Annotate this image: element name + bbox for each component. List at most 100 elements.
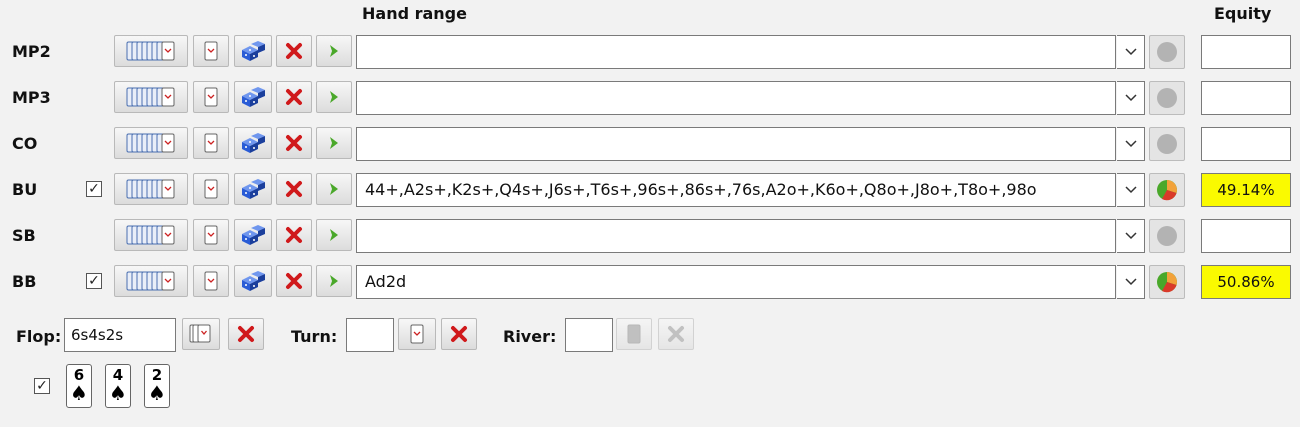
equity-status-button[interactable]	[1149, 127, 1185, 161]
clear-row-button[interactable]	[276, 35, 312, 67]
board-card[interactable]: 6 ♠	[66, 364, 92, 408]
card-icon	[202, 39, 220, 63]
random-hand-button[interactable]	[234, 173, 272, 205]
hand-range-input[interactable]	[356, 127, 1116, 161]
remove-icon	[451, 326, 467, 342]
river-input[interactable]	[565, 318, 613, 352]
status-icon	[1155, 86, 1179, 110]
hand-range-header: Hand range	[362, 4, 467, 23]
apply-range-button[interactable]	[316, 81, 352, 113]
board-card[interactable]: 4 ♠	[105, 364, 131, 408]
remove-icon	[668, 326, 684, 342]
hand-range-input[interactable]: Ad2d	[356, 265, 1116, 299]
random-hand-button[interactable]	[234, 219, 272, 251]
hand-range-input[interactable]	[356, 219, 1116, 253]
hand-picker-button[interactable]	[193, 219, 229, 251]
pie-chart-icon	[1154, 177, 1180, 203]
chevron-down-icon	[1124, 139, 1138, 149]
position-label: CO	[12, 134, 38, 153]
equity-status-button[interactable]	[1149, 81, 1185, 115]
range-dropdown-button[interactable]	[1117, 127, 1145, 161]
clear-row-button[interactable]	[276, 173, 312, 205]
range-dropdown-button[interactable]	[1117, 265, 1145, 299]
clear-row-button[interactable]	[276, 81, 312, 113]
range-matrix-button[interactable]	[114, 81, 188, 113]
card-deck-icon	[125, 223, 177, 247]
apply-range-button[interactable]	[316, 127, 352, 159]
flop-card-picker-button[interactable]	[182, 318, 220, 350]
position-label: BB	[12, 272, 37, 291]
dice-icon	[239, 269, 267, 293]
status-icon	[1155, 40, 1179, 64]
card-deck-icon	[125, 85, 177, 109]
spade-icon: ♠	[109, 381, 127, 405]
clear-row-button[interactable]	[276, 219, 312, 251]
equity-status-button[interactable]	[1149, 219, 1185, 253]
range-matrix-button[interactable]	[114, 173, 188, 205]
hand-picker-button[interactable]	[193, 173, 229, 205]
clear-row-button[interactable]	[276, 265, 312, 297]
equity-header: Equity	[1214, 4, 1272, 23]
player-checkbox[interactable]: ✓	[86, 273, 102, 289]
card-deck-icon	[125, 269, 177, 293]
random-hand-button[interactable]	[234, 81, 272, 113]
chevron-down-icon	[1124, 185, 1138, 195]
river-clear-button[interactable]	[658, 318, 694, 350]
card-icon	[202, 85, 220, 109]
hand-range-input[interactable]	[356, 81, 1116, 115]
hand-range-input[interactable]: 44+,A2s+,K2s+,Q4s+,J6s+,T6s+,96s+,86s+,7…	[356, 173, 1116, 207]
equity-chart-button[interactable]	[1149, 265, 1185, 299]
hand-range-input[interactable]	[356, 35, 1116, 69]
range-dropdown-button[interactable]	[1117, 81, 1145, 115]
apply-range-button[interactable]	[316, 219, 352, 251]
river-card-picker-button[interactable]	[616, 318, 652, 350]
chevron-down-icon	[1124, 47, 1138, 57]
spade-icon: ♠	[70, 381, 88, 405]
card-icon	[202, 269, 220, 293]
dice-icon	[239, 223, 267, 247]
position-label: MP2	[12, 42, 51, 61]
range-dropdown-button[interactable]	[1117, 219, 1145, 253]
remove-icon	[285, 134, 303, 152]
apply-range-button[interactable]	[316, 265, 352, 297]
random-hand-button[interactable]	[234, 265, 272, 297]
equity-field	[1201, 219, 1291, 253]
equity-status-button[interactable]	[1149, 35, 1185, 69]
dice-icon	[239, 85, 267, 109]
pie-chart-icon	[1154, 269, 1180, 295]
range-dropdown-button[interactable]	[1117, 35, 1145, 69]
dice-icon	[239, 177, 267, 201]
arrow-right-icon	[327, 227, 341, 243]
flop-clear-button[interactable]	[228, 318, 264, 350]
player-row-bu: BU ✓ 44+,A2s+,K2s+,Q4s+,J6s+,T6s+,96s+,86s…	[0, 172, 1300, 208]
apply-range-button[interactable]	[316, 35, 352, 67]
range-dropdown-button[interactable]	[1117, 173, 1145, 207]
equity-chart-button[interactable]	[1149, 173, 1185, 207]
range-matrix-button[interactable]	[114, 35, 188, 67]
board-card[interactable]: 2 ♠	[144, 364, 170, 408]
random-hand-button[interactable]	[234, 127, 272, 159]
flop-label: Flop:	[16, 327, 62, 346]
position-label: MP3	[12, 88, 51, 107]
flop-input[interactable]: 6s4s2s	[64, 318, 176, 352]
turn-input[interactable]	[346, 318, 394, 352]
turn-clear-button[interactable]	[441, 318, 477, 350]
range-matrix-button[interactable]	[114, 265, 188, 297]
turn-card-picker-button[interactable]	[398, 318, 436, 350]
apply-range-button[interactable]	[316, 173, 352, 205]
random-hand-button[interactable]	[234, 35, 272, 67]
dice-icon	[239, 131, 267, 155]
card-icon	[202, 177, 220, 201]
spade-icon: ♠	[148, 381, 166, 405]
status-icon	[1155, 132, 1179, 156]
hand-picker-button[interactable]	[193, 265, 229, 297]
hand-picker-button[interactable]	[193, 127, 229, 159]
player-checkbox[interactable]: ✓	[86, 181, 102, 197]
hand-picker-button[interactable]	[193, 81, 229, 113]
range-matrix-button[interactable]	[114, 127, 188, 159]
hand-picker-button[interactable]	[193, 35, 229, 67]
board-cards-checkbox[interactable]: ✓	[34, 378, 50, 394]
card-icon	[627, 324, 641, 344]
clear-row-button[interactable]	[276, 127, 312, 159]
range-matrix-button[interactable]	[114, 219, 188, 251]
